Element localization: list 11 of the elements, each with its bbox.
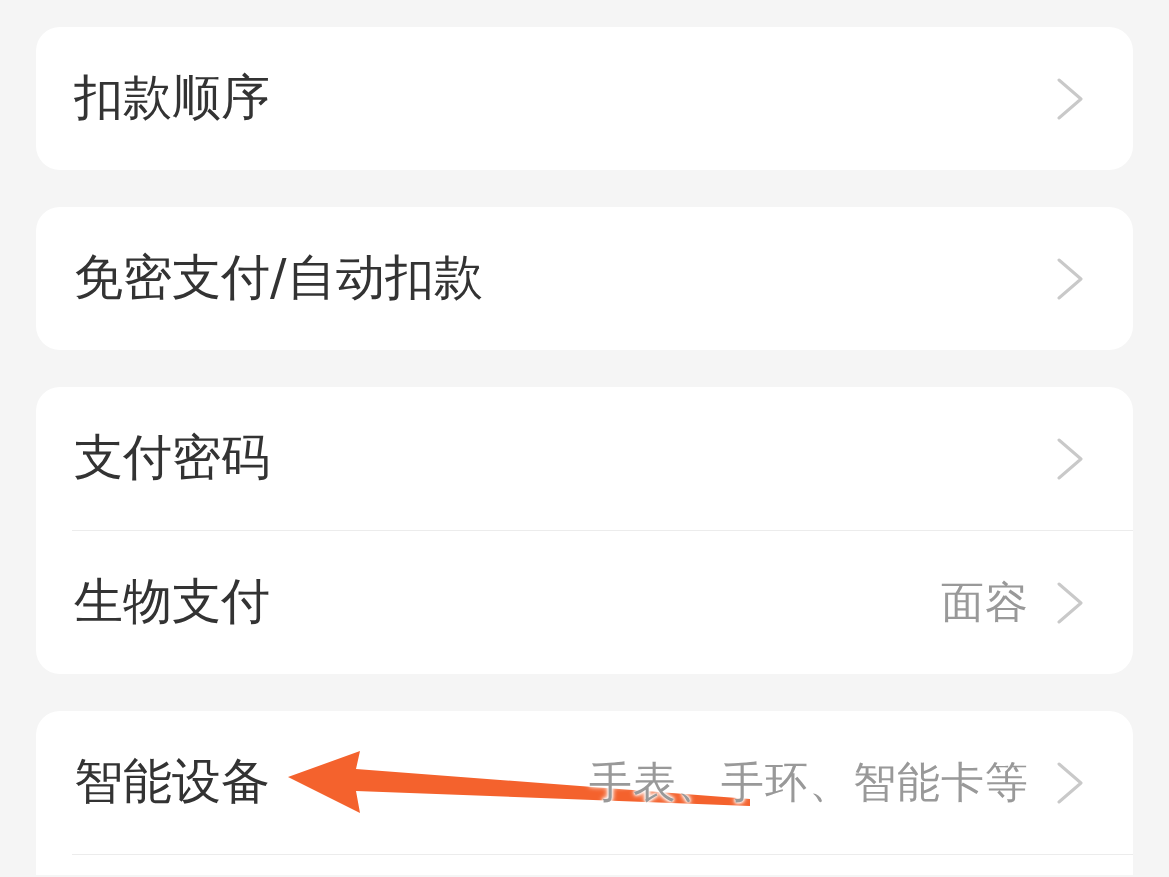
menu-item-label[interactable]: 免密支付/自动扣款 — [74, 249, 483, 308]
chevron-right-icon — [1057, 257, 1083, 300]
chevron-right-icon — [1057, 77, 1083, 120]
menu-item-label[interactable]: 扣款顺序 — [74, 69, 270, 128]
menu-item-label[interactable]: 智能设备 — [74, 753, 270, 812]
menu-item-value: 面容 — [941, 576, 1029, 629]
chevron-right-icon — [1057, 437, 1083, 480]
chevron-right-icon — [1057, 761, 1083, 804]
menu-item-label[interactable]: 支付密码 — [74, 429, 270, 488]
menu-item-label[interactable]: 生物支付 — [74, 573, 270, 632]
chevron-right-icon — [1057, 581, 1083, 624]
